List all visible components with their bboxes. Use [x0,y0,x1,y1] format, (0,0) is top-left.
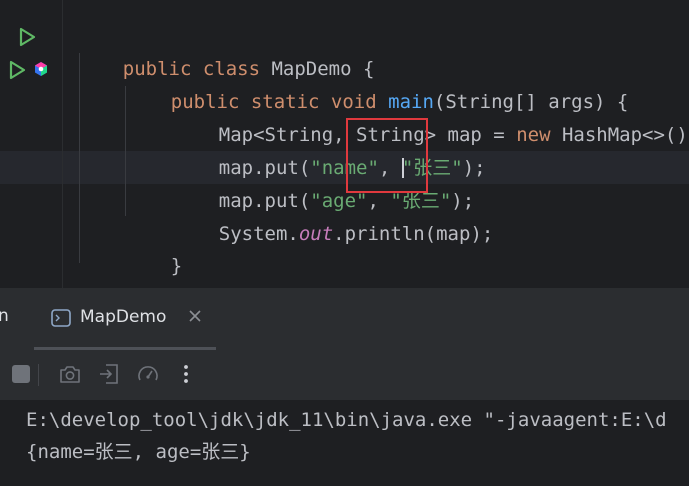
code-line-2[interactable]: public static void main(String[] args) { [125,53,629,113]
console-command-line: E:\develop_tool\jdk\jdk_11\bin\java.exe … [26,409,667,431]
tab-label: MapDemo [80,307,167,327]
console-output-line: {name=张三, age=张三} [26,441,251,463]
code-line-1[interactable]: public class MapDemo { [77,20,375,80]
highlight-annotation-box [346,118,428,193]
tab-mapdemo[interactable]: MapDemo [34,288,216,350]
close-icon[interactable] [186,307,204,325]
text-caret [402,158,404,178]
gutter-divider [62,0,63,288]
run-main-icon[interactable] [6,59,28,81]
gauge-icon[interactable] [136,362,160,386]
code-line-7[interactable]: } [125,217,182,277]
token: } [170,255,183,277]
console-output[interactable]: E:\develop_tool\jdk\jdk_11\bin\java.exe … [0,400,689,486]
token: new [516,124,562,146]
code-line-8[interactable]: } [77,250,134,283]
code-line-5[interactable]: map.put("age", "张三"); [173,152,474,212]
toolbar-separator [38,364,39,386]
bean-icon[interactable] [34,62,48,76]
stop-icon[interactable] [9,362,33,386]
run-class-icon[interactable] [16,26,38,48]
console-icon [51,309,71,327]
token: HashMap<>(); [561,124,689,146]
more-icon[interactable] [174,362,198,386]
import-icon[interactable] [97,362,121,386]
code-line-4[interactable]: map.put("name", "张三"); [173,119,486,179]
token: .println(map); [333,223,494,245]
code-line-6[interactable]: System.out.println(map); [173,185,494,245]
code-editor[interactable]: public class MapDemo { public static voi… [0,0,689,288]
token: out [298,223,334,245]
code-line-3[interactable]: Map<String, String> map = new HashMap<>(… [173,86,689,146]
run-toolbar [0,350,689,400]
tool-window-title-fragment: n [0,306,9,326]
camera-icon[interactable] [58,362,82,386]
token: System. [218,223,299,245]
run-tool-window-tabbar: n MapDemo [0,288,689,350]
